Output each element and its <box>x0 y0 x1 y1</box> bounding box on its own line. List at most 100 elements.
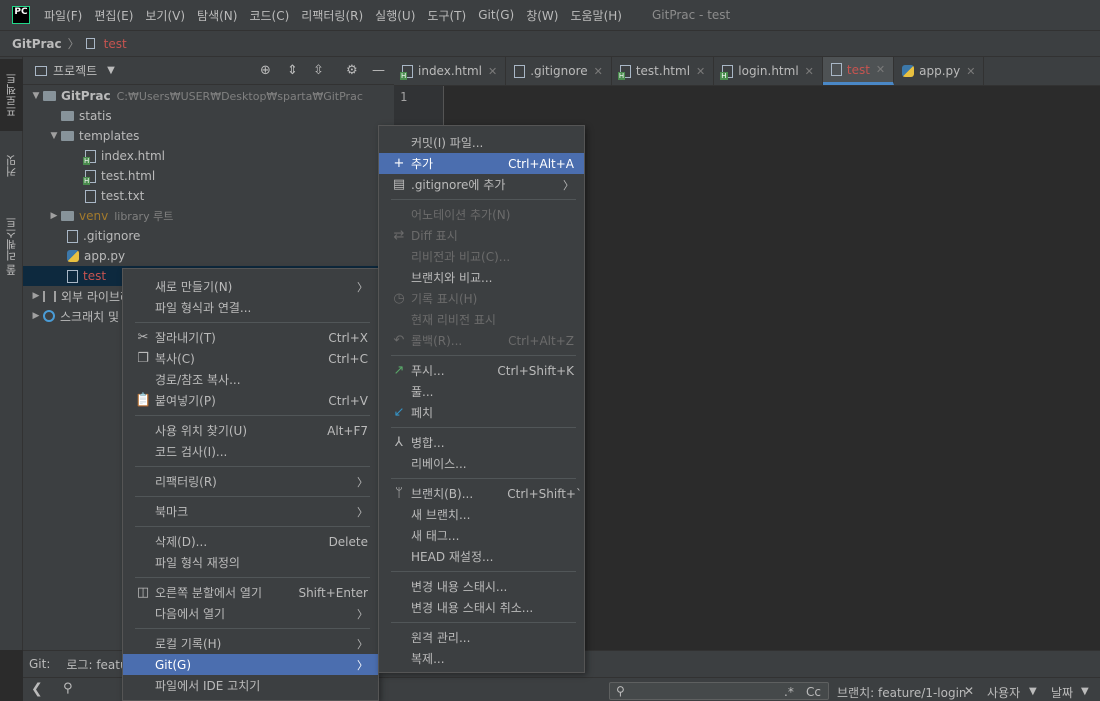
breadcrumb-project[interactable]: GitPrac <box>12 37 62 51</box>
menu-show-current-revision[interactable]: 현재 리비전 표시 <box>379 309 584 330</box>
regex-toggle[interactable]: .* <box>784 685 794 699</box>
close-icon[interactable]: ✕ <box>966 65 975 78</box>
tree-item-test-html[interactable]: test.html <box>23 166 394 186</box>
menu-new[interactable]: 새로 만들기(N) 〉 <box>123 276 378 297</box>
tab-gitignore[interactable]: .gitignore ✕ <box>506 57 612 85</box>
collapse-all-icon[interactable]: ⇳ <box>313 63 324 78</box>
menu-paste[interactable]: 📋 붙여넣기(P) Ctrl+V <box>123 390 378 411</box>
menu-show-history[interactable]: ◷ 기록 표시(H) <box>379 288 584 309</box>
search-icon[interactable]: ⚲ <box>63 681 73 696</box>
menu-git-add[interactable]: + 추가 Ctrl+Alt+A <box>379 153 584 174</box>
tree-item-root[interactable]: ▼ GitPrac C:₩Users₩USER₩Desktop₩sparta₩G… <box>23 86 394 106</box>
tree-item-templates[interactable]: ▼ templates <box>23 126 394 146</box>
tree-item-index-html[interactable]: index.html <box>23 146 394 166</box>
close-icon[interactable]: ✕ <box>488 65 497 78</box>
menu-tools[interactable]: 도구(T) <box>427 7 466 24</box>
tab-login-html[interactable]: login.html ✕ <box>714 57 823 85</box>
tab-index-html[interactable]: index.html ✕ <box>394 57 507 85</box>
close-icon[interactable]: ✕ <box>805 65 814 78</box>
menu-bookmarks[interactable]: 북마크 〉 <box>123 501 378 522</box>
menu-clone[interactable]: 복제... <box>379 648 584 669</box>
menu-pull[interactable]: 풀... <box>379 381 584 402</box>
menu-help[interactable]: 도움말(H) <box>570 7 622 24</box>
menu-manage-remotes[interactable]: 원격 관리... <box>379 627 584 648</box>
tool-tab-commit[interactable]: 커밋 <box>0 141 23 191</box>
close-icon[interactable]: ✕ <box>876 63 885 76</box>
menu-repair-ide[interactable]: 파일에서 IDE 고치기 <box>123 675 378 696</box>
close-icon[interactable]: ✕ <box>964 684 974 698</box>
tree-item-gitignore[interactable]: .gitignore <box>23 226 394 246</box>
menu-branches[interactable]: ᛘ 브랜치(B)... Ctrl+Shift+` <box>379 483 584 504</box>
menu-refactor[interactable]: 리팩터링(R) <box>301 7 363 24</box>
chevron-down-icon[interactable]: ▼ <box>29 91 43 101</box>
menu-cut[interactable]: ✂ 잘라내기(T) Ctrl+X <box>123 327 378 348</box>
menu-override-file-type[interactable]: 파일 형식 재정의 <box>123 552 378 573</box>
menu-show-diff[interactable]: ⇄ Diff 표시 <box>379 225 584 246</box>
tool-tab-project[interactable]: 프로젝트 <box>0 59 23 131</box>
minimize-icon[interactable]: — <box>372 63 385 78</box>
menu-new-branch[interactable]: 새 브랜치... <box>379 504 584 525</box>
tree-item-venv[interactable]: ▶ venv library 루트 <box>23 206 394 226</box>
chevron-left-icon[interactable]: ❮ <box>31 681 43 697</box>
menu-commit-file[interactable]: 커밋(I) 파일... <box>379 132 584 153</box>
locate-icon[interactable]: ⊕ <box>260 63 271 78</box>
chevron-down-icon[interactable]: ▼ <box>1029 686 1037 697</box>
menu-stash[interactable]: 변경 내용 스태시... <box>379 576 584 597</box>
chevron-down-icon[interactable]: ▼ <box>1081 686 1089 697</box>
close-icon[interactable]: ✕ <box>594 65 603 78</box>
expand-all-icon[interactable]: ⇕ <box>287 63 298 78</box>
menu-copy[interactable]: ❐ 복사(C) Ctrl+C <box>123 348 378 369</box>
branch-filter[interactable]: 브랜치: feature/1-login <box>837 684 967 701</box>
tab-app-py[interactable]: app.py ✕ <box>894 57 985 85</box>
menu-copy-path[interactable]: 경로/참조 복사... <box>123 369 378 390</box>
menu-reset-head[interactable]: HEAD 재설정... <box>379 546 584 567</box>
menu-open-right-split[interactable]: ◫ 오른쪽 분할에서 열기 Shift+Enter <box>123 582 378 603</box>
menu-refactor[interactable]: 리팩터링(R) 〉 <box>123 471 378 492</box>
menu-unstash[interactable]: 변경 내용 스태시 취소... <box>379 597 584 618</box>
close-icon[interactable]: ✕ <box>696 65 705 78</box>
menu-inspect-code[interactable]: 코드 검사(I)... <box>123 441 378 462</box>
case-toggle[interactable]: Cc <box>806 685 821 699</box>
menu-compare-branch[interactable]: 브랜치와 비교... <box>379 267 584 288</box>
menu-push[interactable]: ↗ 푸시... Ctrl+Shift+K <box>379 360 584 381</box>
breadcrumb-file[interactable]: test <box>104 37 127 51</box>
menu-compare-revision[interactable]: 리비전과 비교(C)... <box>379 246 584 267</box>
gear-icon[interactable]: ⚙ <box>346 63 358 78</box>
menu-rebase[interactable]: 리베이스... <box>379 453 584 474</box>
tab-test[interactable]: test ✕ <box>822 57 895 85</box>
menu-view[interactable]: 보기(V) <box>145 7 185 24</box>
menu-associate-file-type[interactable]: 파일 형식과 연결... <box>123 297 378 318</box>
chevron-right-icon[interactable]: ▶ <box>47 211 61 221</box>
chevron-down-icon[interactable]: ▼ <box>47 131 61 141</box>
log-filter-input[interactable]: ⚲ .* Cc <box>609 682 829 700</box>
project-panel-title[interactable]: 프로젝트 <box>53 62 97 79</box>
date-filter[interactable]: 날짜 <box>1051 684 1073 701</box>
menu-navigate[interactable]: 탐색(N) <box>197 7 237 24</box>
menu-open-in[interactable]: 다음에서 열기 〉 <box>123 603 378 624</box>
tree-item-statis[interactable]: statis <box>23 106 394 126</box>
tree-item-app-py[interactable]: app.py <box>23 246 394 266</box>
menu-annotate[interactable]: 어노테이션 추가(N) <box>379 204 584 225</box>
menu-git[interactable]: Git(G) <box>478 8 514 22</box>
tree-item-test-txt[interactable]: test.txt <box>23 186 394 206</box>
tool-tab-pull-requests[interactable]: 풀 리퀘스트 <box>0 201 23 291</box>
menu-file[interactable]: 파일(F) <box>44 7 82 24</box>
tab-git-log[interactable]: 로그: featu <box>66 656 127 673</box>
menu-merge[interactable]: ⅄ 병합... <box>379 432 584 453</box>
chevron-right-icon[interactable]: ▶ <box>29 291 43 301</box>
menu-add-to-gitignore[interactable]: ▤ .gitignore에 추가 〉 <box>379 174 584 195</box>
menu-git[interactable]: Git(G) 〉 <box>123 654 378 675</box>
tab-test-html[interactable]: test.html ✕ <box>612 57 715 85</box>
menu-new-tag[interactable]: 새 태그... <box>379 525 584 546</box>
chevron-right-icon[interactable]: ▶ <box>29 311 43 321</box>
menu-delete[interactable]: 삭제(D)... Delete <box>123 531 378 552</box>
menu-code[interactable]: 코드(C) <box>249 7 289 24</box>
menu-edit[interactable]: 편집(E) <box>94 7 133 24</box>
menu-rollback[interactable]: ↶ 롤백(R)... Ctrl+Alt+Z <box>379 330 584 351</box>
chevron-down-icon[interactable]: ▼ <box>107 65 115 76</box>
menu-run[interactable]: 실행(U) <box>375 7 415 24</box>
menu-window[interactable]: 창(W) <box>526 7 558 24</box>
menu-local-history[interactable]: 로컬 기록(H) 〉 <box>123 633 378 654</box>
menu-find-usages[interactable]: 사용 위치 찾기(U) Alt+F7 <box>123 420 378 441</box>
menu-fetch[interactable]: ↙ 페치 <box>379 402 584 423</box>
